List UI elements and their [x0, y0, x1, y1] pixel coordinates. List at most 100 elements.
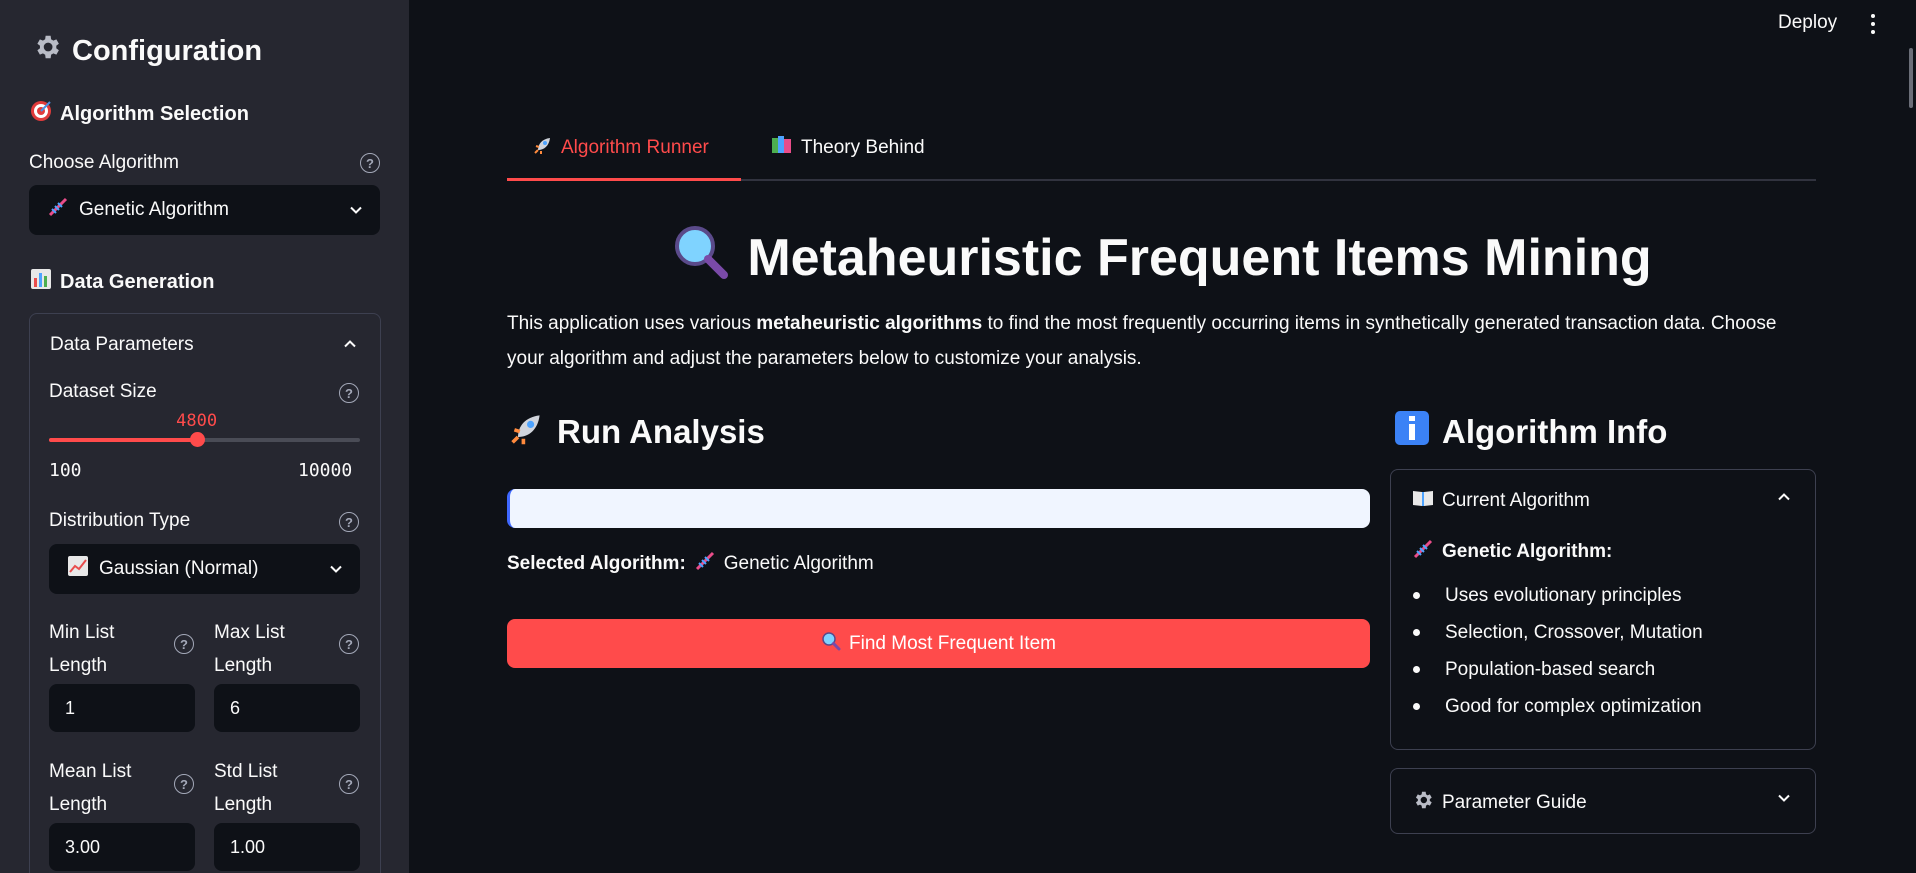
min-list-label-line1: Min List — [49, 622, 115, 643]
list-item: Population-based search — [1413, 651, 1703, 688]
deploy-button[interactable]: Deploy — [1778, 12, 1837, 34]
max-list-length-label: Max List Length — [214, 616, 285, 682]
tab-theory-behind[interactable]: Theory Behind — [771, 135, 925, 161]
help-icon[interactable]: ? — [339, 383, 359, 403]
algorithm-select-value: Genetic Algorithm — [79, 199, 229, 220]
algorithm-feature-list: Uses evolutionary principles Selection, … — [1413, 577, 1703, 725]
sidebar: Configuration Algorithm Selection Choose… — [0, 0, 409, 873]
sidebar-title-text: Configuration — [72, 34, 263, 67]
dataset-size-slider[interactable] — [49, 432, 360, 447]
dataset-size-label: Dataset Size — [49, 381, 157, 402]
min-list-length-label: Min List Length — [49, 616, 114, 682]
page-title-text: Metaheuristic Frequent Items Mining — [747, 228, 1652, 287]
list-item: Good for complex optimization — [1413, 688, 1703, 725]
min-list-length-input[interactable]: 1 — [49, 684, 195, 732]
selected-algorithm-label: Selected Algorithm: — [507, 553, 686, 574]
intro-paragraph: This application uses various metaheuris… — [507, 306, 1816, 376]
tab-algorithm-runner[interactable]: Algorithm Runner — [533, 135, 709, 161]
max-list-label-line1: Max List — [214, 622, 285, 643]
data-parameters-header[interactable]: Data Parameters — [50, 334, 194, 356]
run-analysis-text: Run Analysis — [557, 413, 765, 450]
page-title: Metaheuristic Frequent Items Mining — [507, 222, 1816, 293]
progress-bar — [507, 489, 1370, 528]
slider-thumb[interactable] — [189, 432, 205, 447]
app: Configuration Algorithm Selection Choose… — [0, 0, 1916, 873]
dna-icon — [694, 550, 716, 578]
scrollbar[interactable] — [1909, 48, 1913, 108]
magnifier-icon — [821, 631, 841, 657]
tab-bar: Algorithm Runner Theory Behind — [507, 125, 1816, 181]
help-icon[interactable]: ? — [360, 153, 380, 173]
choose-algorithm-label: Choose Algorithm — [29, 152, 179, 173]
chevron-down-icon[interactable] — [1778, 792, 1790, 804]
bar-chart-icon — [30, 268, 52, 296]
sidebar-title: Configuration — [32, 32, 262, 70]
distribution-select-value: Gaussian (Normal) — [99, 558, 259, 579]
target-icon — [30, 100, 52, 128]
tab-algorithm-runner-label: Algorithm Runner — [561, 137, 709, 158]
current-algorithm-header-text: Current Algorithm — [1442, 490, 1590, 511]
help-icon[interactable]: ? — [339, 634, 359, 654]
slider-max-label: 10000 — [298, 460, 353, 481]
std-list-length-label: Std List Length — [214, 755, 277, 821]
run-analysis-heading: Run Analysis — [509, 410, 765, 454]
intro-text-bold: metaheuristic algorithms — [756, 313, 983, 334]
rocket-icon — [509, 410, 545, 454]
help-icon[interactable]: ? — [174, 774, 194, 794]
current-algorithm-name: Genetic Algorithm: — [1412, 538, 1612, 566]
gear-icon — [1412, 789, 1434, 817]
selected-algorithm: Selected Algorithm: Genetic Algorithm — [507, 550, 874, 578]
chevron-up-icon[interactable] — [1778, 491, 1790, 503]
mean-list-label-line2: Length — [49, 794, 108, 815]
dna-icon — [47, 196, 69, 224]
algorithm-selection-text: Algorithm Selection — [60, 102, 249, 125]
rocket-icon — [533, 135, 553, 161]
data-generation-heading: Data Generation — [30, 268, 214, 296]
selected-algorithm-value: Genetic Algorithm — [723, 553, 874, 574]
book-icon — [1412, 489, 1434, 513]
current-algorithm-header[interactable]: Current Algorithm — [1412, 489, 1590, 513]
slider-fill — [49, 438, 197, 442]
run-button-label: Find Most Frequent Item — [849, 632, 1056, 654]
books-icon — [771, 135, 793, 161]
help-icon[interactable]: ? — [339, 774, 359, 794]
std-list-label-line1: Std List — [214, 761, 278, 782]
min-list-label-line2: Length — [49, 655, 108, 676]
parameter-guide-header[interactable]: Parameter Guide — [1412, 789, 1587, 817]
std-list-label-line2: Length — [214, 794, 273, 815]
info-icon — [1394, 410, 1430, 454]
dna-icon — [1412, 538, 1434, 566]
std-list-length-input[interactable]: 1.00 — [214, 823, 360, 871]
parameter-guide-header-text: Parameter Guide — [1442, 792, 1587, 813]
list-item: Uses evolutionary principles — [1413, 577, 1703, 614]
tab-theory-behind-label: Theory Behind — [801, 137, 925, 158]
help-icon[interactable]: ? — [339, 512, 359, 532]
active-tab-indicator — [507, 178, 741, 181]
intro-text-prefix: This application uses various — [507, 313, 757, 334]
chevron-up-icon[interactable] — [344, 338, 356, 350]
magnifier-icon — [671, 222, 729, 293]
algorithm-selection-heading: Algorithm Selection — [30, 100, 249, 128]
chevron-down-icon — [330, 565, 342, 573]
mean-list-label-line1: Mean List — [49, 761, 132, 782]
help-icon[interactable]: ? — [174, 634, 194, 654]
max-list-length-input[interactable]: 6 — [214, 684, 360, 732]
chart-up-icon — [67, 555, 89, 583]
mean-list-length-label: Mean List Length — [49, 755, 131, 821]
max-list-label-line2: Length — [214, 655, 273, 676]
find-most-frequent-item-button[interactable]: Find Most Frequent Item — [507, 619, 1370, 668]
distribution-select[interactable]: Gaussian (Normal) — [49, 544, 360, 594]
algorithm-info-heading: Algorithm Info — [1394, 410, 1667, 454]
kebab-menu-icon[interactable] — [1870, 14, 1876, 34]
dataset-size-value: 4800 — [176, 411, 218, 431]
slider-min-label: 100 — [49, 460, 82, 481]
algorithm-info-text: Algorithm Info — [1442, 413, 1668, 450]
gear-icon — [32, 32, 62, 70]
data-generation-text: Data Generation — [60, 270, 215, 293]
chevron-down-icon — [350, 206, 362, 214]
distribution-type-label: Distribution Type — [49, 510, 191, 531]
algorithm-select[interactable]: Genetic Algorithm — [29, 185, 380, 235]
current-algorithm-name-text: Genetic Algorithm: — [1442, 541, 1613, 562]
mean-list-length-input[interactable]: 3.00 — [49, 823, 195, 871]
list-item: Selection, Crossover, Mutation — [1413, 614, 1703, 651]
